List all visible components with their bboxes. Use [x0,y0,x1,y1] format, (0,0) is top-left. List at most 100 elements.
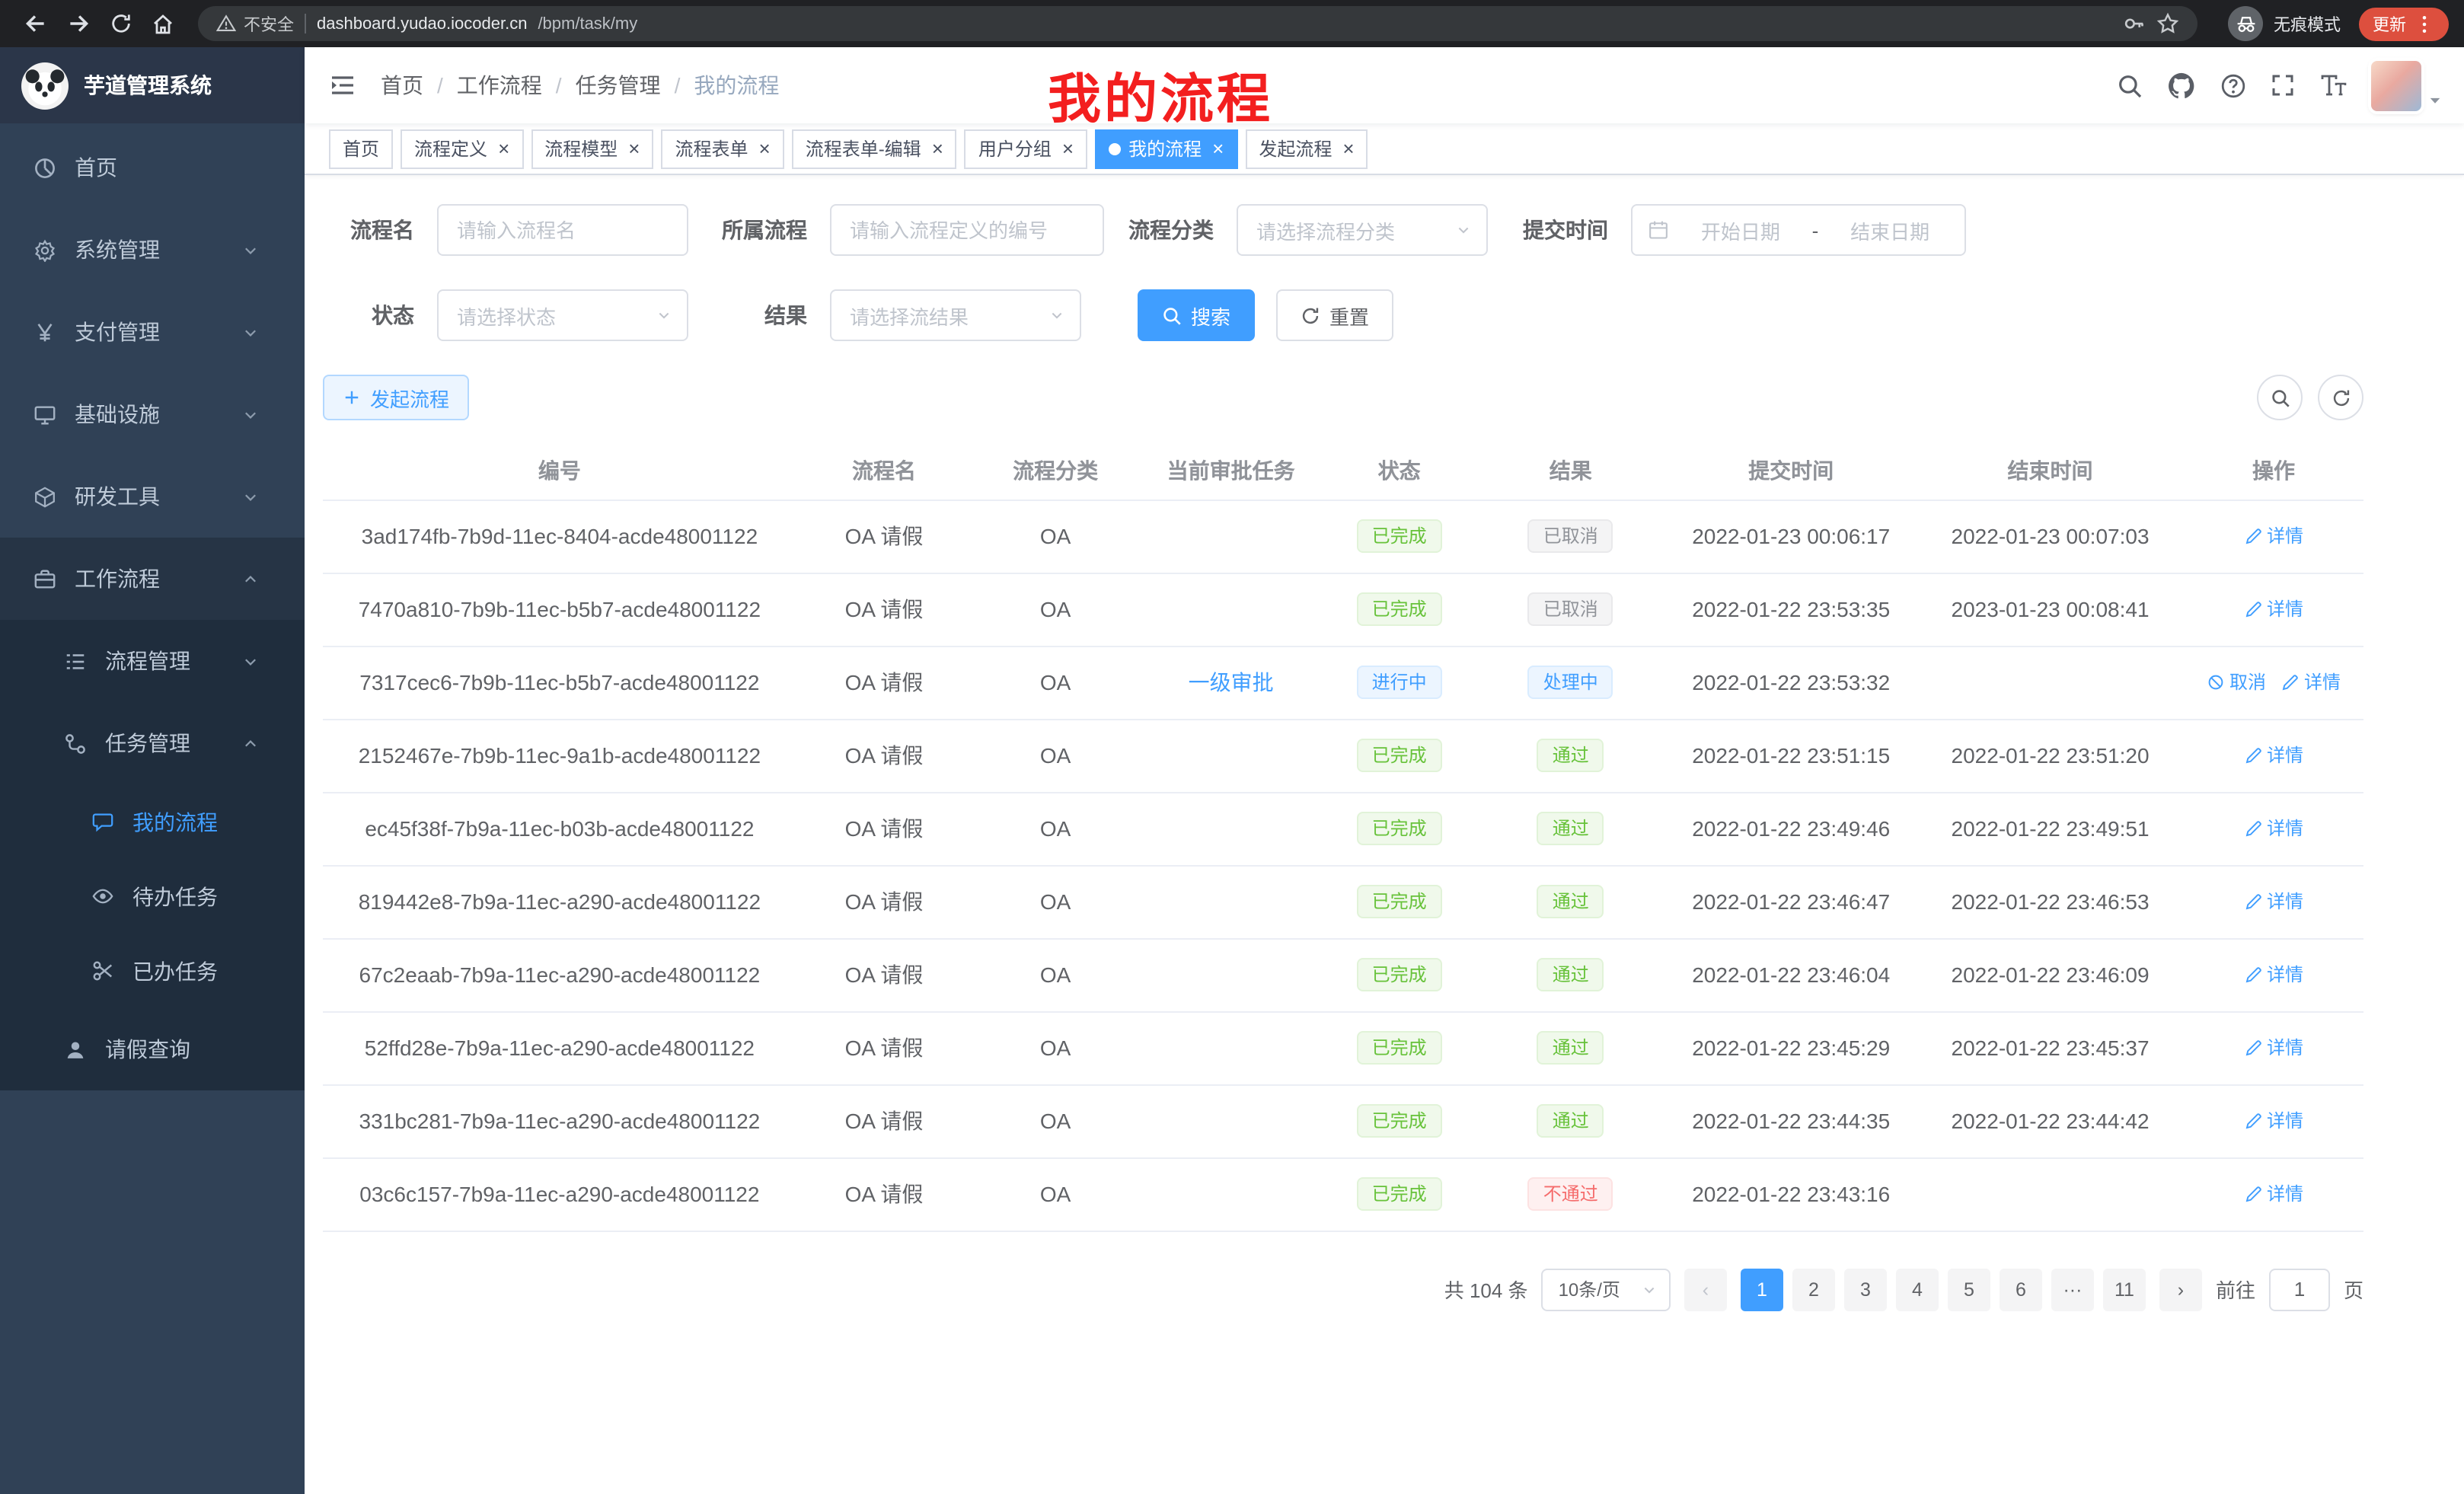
create-process-button[interactable]: 发起流程 [323,375,469,420]
tab-my-process[interactable]: 我的流程× [1095,129,1237,168]
sidebar-toggle-icon[interactable] [329,72,356,99]
detail-link[interactable]: 详情 [2244,523,2303,549]
sidebar-item-devtools[interactable]: 研发工具 [0,455,305,538]
table-row: ec45f38f-7b9a-11ec-b03b-acde48001122OA 请… [323,792,2363,865]
update-button[interactable]: 更新 [2359,7,2449,40]
pager-page-11[interactable]: 11 [2103,1268,2146,1310]
sidebar-item-payment[interactable]: 支付管理 [0,291,305,373]
filter-label: 所属流程 [719,215,807,245]
process-name-input[interactable] [437,204,688,256]
browser-reload-button[interactable] [101,4,140,43]
filter-label: 状态 [343,300,414,330]
gear-icon [34,238,56,261]
security-chip[interactable]: 不安全 [216,11,294,36]
sidebar-item-workflow[interactable]: 工作流程 [0,538,305,620]
submit-time-range-picker[interactable]: 开始日期 - 结束日期 [1631,204,1966,256]
pager-page-1[interactable]: 1 [1741,1268,1783,1310]
browser-menu-icon[interactable] [2414,13,2435,34]
sidebar-item-done-task[interactable]: 已办任务 [0,934,305,1008]
browser-back-button[interactable] [15,4,55,43]
cell-id: 67c2eaab-7b9a-11ec-a290-acde48001122 [323,938,796,1011]
process-def-input[interactable] [830,204,1104,256]
sidebar-item-leave-query[interactable]: 请假查询 [0,1008,305,1090]
tab-close-icon[interactable]: × [1342,139,1354,158]
tab-process-definition[interactable]: 流程定义× [401,129,523,168]
pager-page-4[interactable]: 4 [1896,1268,1939,1310]
pager-page-6[interactable]: 6 [2000,1268,2042,1310]
status-tag: 已完成 [1357,519,1442,553]
user-menu[interactable] [2371,60,2443,110]
tab-home[interactable]: 首页 [329,129,393,168]
tab-user-group[interactable]: 用户分组× [965,129,1087,168]
sidebar-item-label: 请假查询 [105,1034,190,1065]
tab-close-icon[interactable]: × [498,139,509,158]
cell-end-time [1917,646,2184,719]
help-icon[interactable] [2220,72,2246,98]
pager-page-2[interactable]: 2 [1792,1268,1835,1310]
detail-link[interactable]: 详情 [2281,669,2341,695]
pager-more-button[interactable]: ··· [2051,1268,2094,1310]
tab-start-process[interactable]: 发起流程× [1245,129,1368,168]
tab-close-icon[interactable]: × [1212,139,1224,158]
current-task-link[interactable]: 一级审批 [1189,670,1274,694]
sidebar-item-task-management[interactable]: 任务管理 [0,702,305,784]
sidebar-item-home[interactable]: 首页 [0,126,305,209]
reset-button[interactable]: 重置 [1276,289,1393,341]
browser-home-button[interactable] [143,4,183,43]
header-search-icon[interactable] [2117,72,2143,98]
detail-link[interactable]: 详情 [2244,596,2303,622]
sidebar-item-process-management[interactable]: 流程管理 [0,620,305,702]
cancel-link[interactable]: 取消 [2207,669,2266,695]
tab-close-icon[interactable]: × [628,139,640,158]
refresh-table-button[interactable] [2318,375,2363,420]
total-count: 共 104 条 [1444,1275,1528,1304]
detail-link[interactable]: 详情 [2244,962,2303,988]
tab-close-icon[interactable]: × [1062,139,1074,158]
cell-status: 已完成 [1323,1157,1476,1231]
tab-process-form-edit[interactable]: 流程表单-编辑× [792,129,957,168]
breadcrumb-workflow[interactable]: 工作流程 [457,70,542,101]
github-icon[interactable] [2167,71,2196,100]
address-bar[interactable]: 不安全 dashboard.yudao.iocoder.cn/bpm/task/… [198,6,2197,41]
tab-close-icon[interactable]: × [759,139,771,158]
cell-category: OA [972,1084,1139,1157]
page-size-select[interactable]: 10条/页 [1542,1268,1671,1310]
sidebar-item-label: 研发工具 [75,481,160,512]
result-select[interactable]: 请选择流结果 [830,289,1081,341]
detail-link[interactable]: 详情 [2244,1035,2303,1061]
toggle-search-button[interactable] [2257,375,2303,420]
tab-close-icon[interactable]: × [932,139,943,158]
status-select[interactable]: 请选择状态 [437,289,688,341]
breadcrumb-home[interactable]: 首页 [381,70,423,101]
cell-submit-time: 2022-01-22 23:53:32 [1665,646,1917,719]
app-logo[interactable]: 芋道管理系统 [0,47,305,123]
pager-next-button[interactable]: › [2159,1268,2202,1310]
status-tag: 已完成 [1357,1031,1442,1065]
password-key-icon[interactable] [2123,12,2146,35]
sidebar-item-system[interactable]: 系统管理 [0,209,305,291]
user-avatar[interactable] [2371,60,2421,110]
detail-link[interactable]: 详情 [2244,889,2303,915]
category-select[interactable]: 请选择流程分类 [1237,204,1488,256]
cell-actions: 详情 [2184,573,2363,646]
pager-prev-button[interactable]: ‹ [1684,1268,1727,1310]
fullscreen-icon[interactable] [2271,73,2295,97]
pager-page-5[interactable]: 5 [1948,1268,1990,1310]
detail-link[interactable]: 详情 [2244,742,2303,768]
tab-process-form[interactable]: 流程表单× [661,129,784,168]
bookmark-star-icon[interactable] [2156,12,2179,35]
tab-process-model[interactable]: 流程模型× [531,129,653,168]
detail-link[interactable]: 详情 [2244,1108,2303,1134]
browser-forward-button[interactable] [58,4,97,43]
search-button[interactable]: 搜索 [1138,289,1255,341]
font-size-icon[interactable] [2319,72,2347,99]
sidebar-item-infrastructure[interactable]: 基础设施 [0,373,305,455]
goto-page-input[interactable] [2269,1268,2330,1310]
pager-page-3[interactable]: 3 [1844,1268,1887,1310]
detail-link[interactable]: 详情 [2244,1181,2303,1207]
sidebar-item-todo-task[interactable]: 待办任务 [0,859,305,934]
sidebar-item-my-process[interactable]: 我的流程 [0,784,305,859]
detail-link[interactable]: 详情 [2244,816,2303,841]
yen-icon [34,321,56,343]
breadcrumb-task-management[interactable]: 任务管理 [576,70,661,101]
